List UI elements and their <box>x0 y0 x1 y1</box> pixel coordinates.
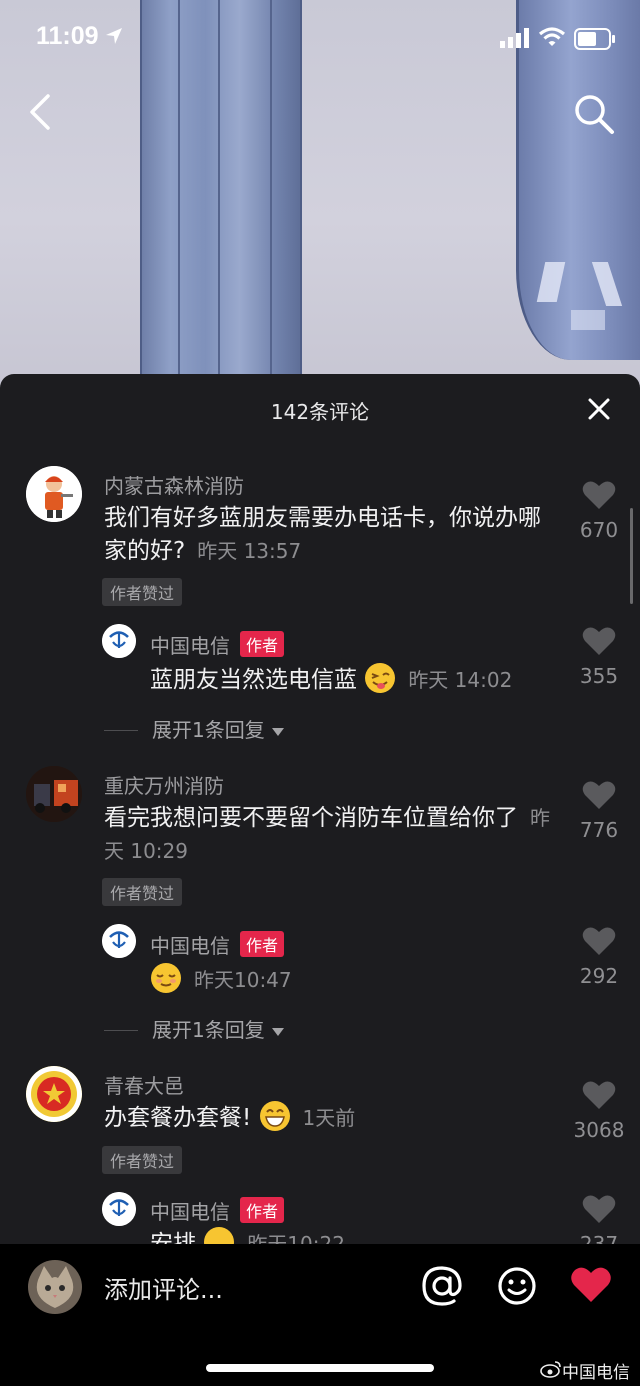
avatar[interactable] <box>102 924 136 958</box>
reply-time: 昨天10:22 <box>247 1232 345 1244</box>
like-icon <box>582 927 616 955</box>
reply-author: 中国电信 作者 <box>150 630 285 659</box>
at-icon[interactable] <box>420 1264 464 1308</box>
reply-time: 昨天 14:02 <box>408 668 513 692</box>
author-tag: 作者 <box>240 931 285 957</box>
search-icon[interactable] <box>572 92 616 136</box>
status-bar: 11:09 <box>0 0 640 80</box>
comment-body: 看完我想问要不要留个消防车位置给你了 <box>104 805 518 831</box>
close-icon[interactable] <box>586 396 612 422</box>
reply-time: 昨天10:47 <box>194 968 292 992</box>
avatar[interactable] <box>26 466 82 522</box>
comment-sheet: 142条评论 内蒙古森林消防 我们有好多蓝朋友需要办电话卡，你说办哪家的好? 昨天… <box>0 374 640 1244</box>
expand-label: 展开1条回复 <box>152 1018 265 1042</box>
watermark-text: 中国电信 <box>562 1363 630 1383</box>
like-count: 292 <box>579 964 619 988</box>
battery-icon <box>574 28 615 50</box>
like-button[interactable]: 292 <box>559 926 639 988</box>
reply-text: 昨天10:47 <box>150 962 292 997</box>
like-button[interactable]: 3068 <box>559 1080 639 1142</box>
like-icon <box>582 627 616 655</box>
home-indicator[interactable] <box>206 1364 434 1372</box>
like-icon <box>582 1081 616 1109</box>
grin-emoji-icon <box>259 1101 290 1131</box>
like-button[interactable]: 670 <box>559 480 639 542</box>
avatar[interactable] <box>102 1192 136 1226</box>
author-liked-badge: 作者赞过 <box>102 878 183 906</box>
wink-emoji-icon <box>204 1227 235 1244</box>
back-icon[interactable] <box>24 90 64 134</box>
like-button[interactable]: 776 <box>559 780 639 842</box>
like-icon <box>582 781 616 809</box>
like-button[interactable]: 237 <box>559 1194 639 1244</box>
like-count: 776 <box>579 818 619 842</box>
like-icon <box>582 1195 616 1223</box>
weibo-icon <box>540 1361 561 1378</box>
author-liked-badge: 作者赞过 <box>102 1146 183 1174</box>
like-count: 355 <box>579 664 619 688</box>
china-telecom-logo-icon <box>102 624 136 658</box>
firefighter-avatar-icon <box>26 466 82 522</box>
youth-league-emblem-icon <box>26 1066 82 1122</box>
comment-input[interactable]: 添加评论... <box>104 1270 223 1305</box>
china-telecom-logo-icon <box>102 924 136 958</box>
reply-text: 蓝朋友当然选电信蓝 昨天 14:02 <box>150 662 512 697</box>
cat-avatar-icon <box>28 1260 82 1314</box>
like-icon <box>582 481 616 509</box>
chevron-down-icon <box>272 1028 285 1036</box>
author-tag: 作者 <box>240 631 285 657</box>
comment-body: 我们有好多蓝朋友需要办电话卡，你说办哪家的好? <box>104 505 541 564</box>
emoji-icon[interactable] <box>497 1266 537 1306</box>
comment-author[interactable]: 重庆万州消防 <box>104 770 224 799</box>
comment-body: 办套餐办套餐! <box>104 1105 252 1131</box>
reply-body: 安排 <box>150 1231 196 1244</box>
comment-count-title: 142条评论 <box>270 400 370 424</box>
reply-author-name[interactable]: 中国电信 <box>150 634 230 658</box>
fire-truck-avatar-icon <box>26 766 82 822</box>
comment-time: 昨天 13:57 <box>197 539 302 563</box>
comment-text: 看完我想问要不要留个消防车位置给你了 昨天 10:29 <box>104 802 554 868</box>
like-count: 670 <box>579 518 619 542</box>
reply-author-name[interactable]: 中国电信 <box>150 934 230 958</box>
reply-author: 中国电信 作者 <box>150 1196 285 1225</box>
comment-text: 我们有好多蓝朋友需要办电话卡，你说办哪家的好? 昨天 13:57 <box>104 502 554 568</box>
avatar[interactable] <box>26 1066 82 1122</box>
avatar[interactable] <box>26 766 82 822</box>
reply-author: 中国电信 作者 <box>150 930 285 959</box>
relieved-emoji-icon <box>151 963 181 993</box>
wink-tongue-emoji-icon <box>365 663 396 693</box>
reply-body: 蓝朋友当然选电信蓝 <box>150 667 357 693</box>
comment-author[interactable]: 内蒙古森林消防 <box>104 470 244 499</box>
location-arrow-icon <box>106 28 122 44</box>
divider <box>104 730 138 731</box>
expand-replies-button[interactable]: 展开1条回复 <box>104 1014 285 1043</box>
chevron-down-icon <box>272 728 285 736</box>
expand-label: 展开1条回复 <box>152 718 265 742</box>
comment-author[interactable]: 青春大邑 <box>104 1070 184 1099</box>
comment-text: 办套餐办套餐! 1天前 <box>104 1100 554 1135</box>
avatar[interactable] <box>102 624 136 658</box>
comment-time: 1天前 <box>302 1106 356 1130</box>
like-count: 237 <box>579 1232 619 1244</box>
author-tag: 作者 <box>240 1197 285 1223</box>
wifi-icon <box>538 27 566 46</box>
like-button[interactable]: 355 <box>559 626 639 688</box>
like-count: 3068 <box>573 1118 625 1142</box>
heart-icon[interactable] <box>570 1266 612 1304</box>
comment-input-bar: 添加评论... 中国电信 <box>0 1244 640 1386</box>
weibo-watermark: 中国电信 <box>540 1358 630 1383</box>
reply-text: 安排 昨天10:22 <box>150 1226 345 1244</box>
china-telecom-logo-icon <box>102 1192 136 1226</box>
author-liked-badge: 作者赞过 <box>102 578 183 606</box>
status-time: 11:09 <box>36 22 99 50</box>
my-avatar[interactable] <box>28 1260 82 1314</box>
expand-replies-button[interactable]: 展开1条回复 <box>104 714 285 743</box>
reply-author-name[interactable]: 中国电信 <box>150 1200 230 1224</box>
divider <box>104 1030 138 1031</box>
cellular-signal-icon <box>500 28 529 48</box>
